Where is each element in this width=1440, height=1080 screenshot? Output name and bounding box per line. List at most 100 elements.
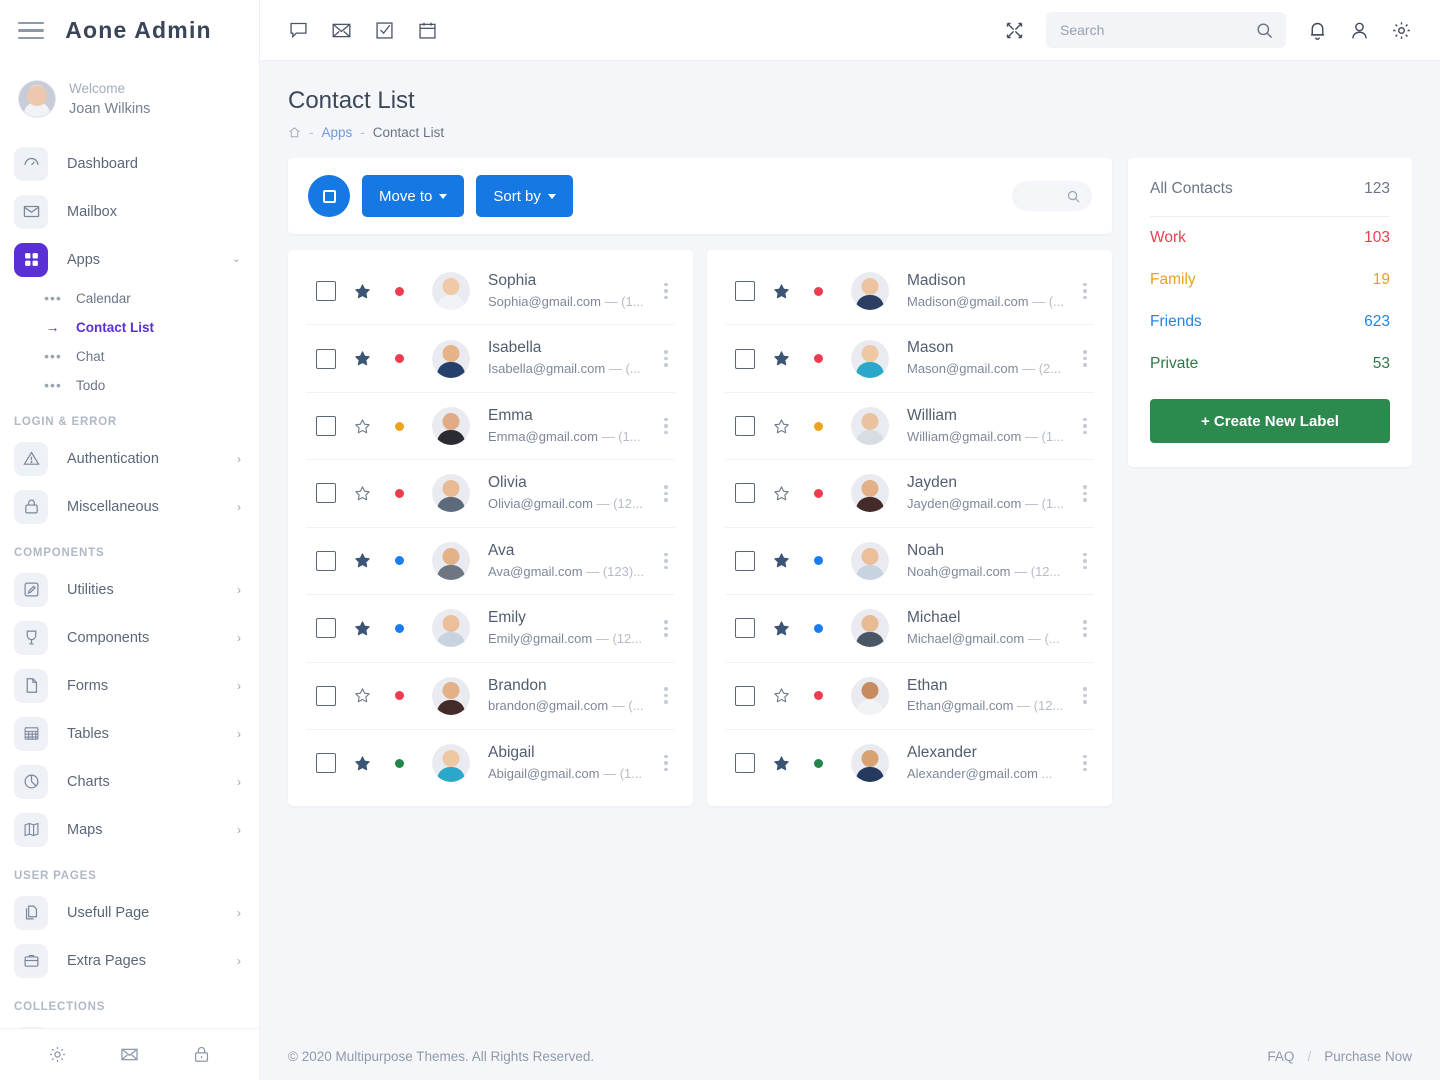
contact-menu-icon[interactable] xyxy=(1078,552,1094,570)
contact-menu-icon[interactable] xyxy=(659,552,675,570)
label-item[interactable]: Private 53 xyxy=(1150,343,1390,385)
sidebar-subitem-calendar[interactable]: ••• Calendar xyxy=(0,284,259,313)
sidebar-item-usefull-page[interactable]: Usefull Page › xyxy=(0,889,259,937)
contact-row[interactable]: Emily Emily@gmail.com — (12... xyxy=(306,595,675,663)
calendar-icon[interactable] xyxy=(417,20,438,41)
contact-checkbox[interactable] xyxy=(316,281,336,302)
sidebar-item-extra-pages[interactable]: Extra Pages › xyxy=(0,937,259,985)
star-icon[interactable] xyxy=(354,687,371,704)
gear-icon[interactable] xyxy=(1391,20,1412,41)
contact-row[interactable]: Olivia Olivia@gmail.com — (12... xyxy=(306,460,675,528)
contact-menu-icon[interactable] xyxy=(659,350,675,367)
star-icon[interactable] xyxy=(773,283,790,300)
contact-row[interactable]: Sophia Sophia@gmail.com — (1... xyxy=(306,258,675,326)
label-item[interactable]: Friends 623 xyxy=(1150,301,1390,343)
contact-menu-icon[interactable] xyxy=(1078,754,1094,772)
contact-menu-icon[interactable] xyxy=(1078,350,1094,367)
contact-checkbox[interactable] xyxy=(316,483,336,504)
breadcrumb-parent[interactable]: Apps xyxy=(322,125,353,140)
user-icon[interactable] xyxy=(1349,20,1370,41)
contact-menu-icon[interactable] xyxy=(1078,687,1094,704)
contact-row[interactable]: Mason Mason@gmail.com — (2... xyxy=(725,325,1094,393)
contact-checkbox[interactable] xyxy=(316,685,336,706)
topbar-search[interactable] xyxy=(1046,12,1286,48)
sidebar-item-forms[interactable]: Forms › xyxy=(0,662,259,710)
star-icon[interactable] xyxy=(773,485,790,502)
contacts-search[interactable] xyxy=(1012,181,1092,211)
contact-menu-icon[interactable] xyxy=(659,417,675,435)
fullscreen-icon[interactable] xyxy=(1004,20,1025,41)
star-icon[interactable] xyxy=(773,418,790,435)
star-icon[interactable] xyxy=(354,552,371,569)
contact-checkbox[interactable] xyxy=(316,550,336,571)
contact-checkbox[interactable] xyxy=(735,685,755,706)
chat-icon[interactable] xyxy=(288,20,309,41)
sidebar-item-components[interactable]: Components › xyxy=(0,614,259,662)
star-icon[interactable] xyxy=(354,620,371,637)
star-icon[interactable] xyxy=(354,350,371,367)
contact-row[interactable]: Emma Emma@gmail.com — (1... xyxy=(306,393,675,461)
contact-checkbox[interactable] xyxy=(735,753,755,774)
contact-menu-icon[interactable] xyxy=(1078,417,1094,435)
contact-row[interactable]: William William@gmail.com — (1... xyxy=(725,393,1094,461)
contact-row[interactable]: Isabella Isabella@gmail.com — (... xyxy=(306,325,675,393)
contact-checkbox[interactable] xyxy=(735,348,755,369)
contact-checkbox[interactable] xyxy=(316,618,336,639)
sidebar-item-maps[interactable]: Maps › xyxy=(0,806,259,854)
envelope-icon[interactable] xyxy=(120,1045,139,1064)
search-input[interactable] xyxy=(1060,22,1247,38)
sidebar-item-widgets[interactable]: Widgets › xyxy=(0,1020,259,1028)
star-icon[interactable] xyxy=(354,283,371,300)
sidebar-item-charts[interactable]: Charts › xyxy=(0,758,259,806)
contact-checkbox[interactable] xyxy=(735,483,755,504)
gear-icon[interactable] xyxy=(48,1045,67,1064)
contact-menu-icon[interactable] xyxy=(659,620,675,637)
search-icon[interactable] xyxy=(1066,189,1081,204)
contact-row[interactable]: Madison Madison@gmail.com — (... xyxy=(725,258,1094,326)
contact-row[interactable]: Ethan Ethan@gmail.com — (12... xyxy=(725,663,1094,730)
label-item[interactable]: Family 19 xyxy=(1150,259,1390,301)
star-icon[interactable] xyxy=(773,687,790,704)
sidebar-item-apps[interactable]: Apps ⌄ xyxy=(0,236,259,284)
move-to-button[interactable]: Move to xyxy=(362,175,465,217)
contact-checkbox[interactable] xyxy=(735,550,755,571)
sidebar-item-utilities[interactable]: Utilities › xyxy=(0,566,259,614)
faq-link[interactable]: FAQ xyxy=(1267,1049,1294,1064)
contact-checkbox[interactable] xyxy=(735,281,755,302)
home-icon[interactable] xyxy=(288,126,301,139)
contact-checkbox[interactable] xyxy=(316,348,336,369)
sidebar-subitem-contact-list[interactable]: → Contact List xyxy=(0,313,259,342)
contact-menu-icon[interactable] xyxy=(659,754,675,772)
contact-checkbox[interactable] xyxy=(735,416,755,437)
contact-checkbox[interactable] xyxy=(316,416,336,437)
star-icon[interactable] xyxy=(773,755,790,772)
contact-row[interactable]: Ava Ava@gmail.com — (123)... xyxy=(306,528,675,596)
star-icon[interactable] xyxy=(354,485,371,502)
search-icon[interactable] xyxy=(1255,21,1274,40)
select-all-button[interactable] xyxy=(308,175,350,217)
contact-row[interactable]: Abigail Abigail@gmail.com — (1... xyxy=(306,730,675,796)
label-all-contacts[interactable]: All Contacts 123 xyxy=(1150,180,1390,217)
hamburger-icon[interactable] xyxy=(18,21,44,40)
create-new-label-button[interactable]: + Create New Label xyxy=(1150,399,1390,443)
task-check-icon[interactable] xyxy=(374,20,395,41)
contact-menu-icon[interactable] xyxy=(659,282,675,300)
contact-menu-icon[interactable] xyxy=(659,485,675,502)
star-icon[interactable] xyxy=(354,418,371,435)
lock-icon[interactable] xyxy=(192,1045,211,1064)
contact-menu-icon[interactable] xyxy=(1078,282,1094,300)
star-icon[interactable] xyxy=(773,350,790,367)
sidebar-item-mailbox[interactable]: Mailbox xyxy=(0,188,259,236)
contact-row[interactable]: Michael Michael@gmail.com — (... xyxy=(725,595,1094,663)
sidebar-subitem-chat[interactable]: ••• Chat xyxy=(0,342,259,371)
bell-icon[interactable] xyxy=(1307,20,1328,41)
contact-row[interactable]: Brandon brandon@gmail.com — (... xyxy=(306,663,675,730)
contact-row[interactable]: Jayden Jayden@gmail.com — (1... xyxy=(725,460,1094,528)
mail-icon[interactable] xyxy=(331,20,352,41)
contact-row[interactable]: Alexander Alexander@gmail.com ... xyxy=(725,730,1094,796)
contact-checkbox[interactable] xyxy=(735,618,755,639)
sidebar-subitem-todo[interactable]: ••• Todo xyxy=(0,371,259,400)
star-icon[interactable] xyxy=(773,552,790,569)
sidebar-item-miscellaneous[interactable]: Miscellaneous › xyxy=(0,483,259,531)
sort-by-button[interactable]: Sort by xyxy=(476,175,573,217)
